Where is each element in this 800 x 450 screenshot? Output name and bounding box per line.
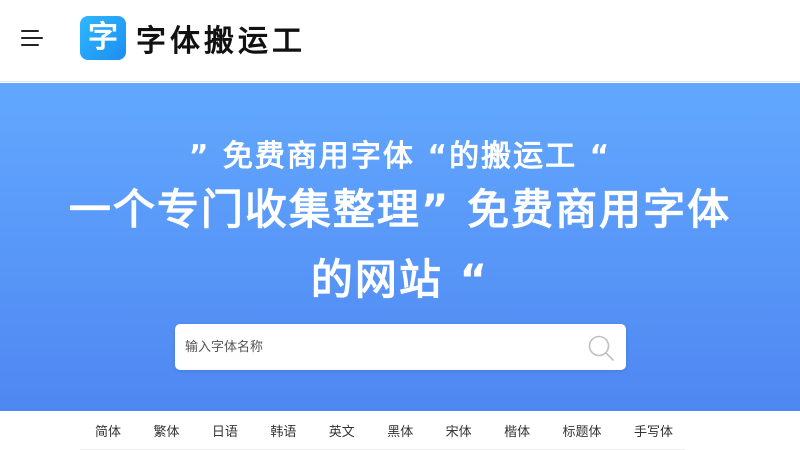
category-handwriting[interactable]: 手写体 bbox=[634, 421, 673, 440]
category-japanese[interactable]: 日语 bbox=[212, 421, 238, 440]
category-heiti[interactable]: 黑体 bbox=[387, 421, 413, 440]
hero-title: 一个专门收集整理” 免费商用字体的网站 “ bbox=[68, 185, 732, 304]
category-traditional[interactable]: 繁体 bbox=[153, 421, 179, 440]
category-nav: 简体 繁体 日语 韩语 英文 黑体 宋体 楷体 标题体 手写体 bbox=[80, 412, 685, 450]
hero-subtitle: ” 免费商用字体 “的搬运工 “ bbox=[188, 139, 612, 174]
site-logo[interactable]: 字 字体搬运工 bbox=[80, 16, 306, 60]
category-english[interactable]: 英文 bbox=[329, 421, 355, 440]
site-header: 字 字体搬运工 bbox=[0, 0, 800, 82]
search-input[interactable] bbox=[185, 324, 575, 370]
category-songti[interactable]: 宋体 bbox=[446, 421, 472, 440]
category-simplified[interactable]: 简体 bbox=[95, 421, 121, 440]
category-korean[interactable]: 韩语 bbox=[270, 421, 296, 440]
search-icon[interactable] bbox=[586, 334, 616, 362]
logo-badge: 字 bbox=[80, 16, 126, 60]
logo-text: 字体搬运工 bbox=[136, 24, 306, 59]
hero-banner: ” 免费商用字体 “的搬运工 “ 一个专门收集整理” 免费商用字体的网站 “ bbox=[0, 83, 800, 411]
hamburger-menu-icon[interactable] bbox=[18, 26, 46, 50]
search-box bbox=[175, 324, 626, 370]
category-title-font[interactable]: 标题体 bbox=[563, 421, 602, 440]
category-kaiti[interactable]: 楷体 bbox=[504, 421, 530, 440]
